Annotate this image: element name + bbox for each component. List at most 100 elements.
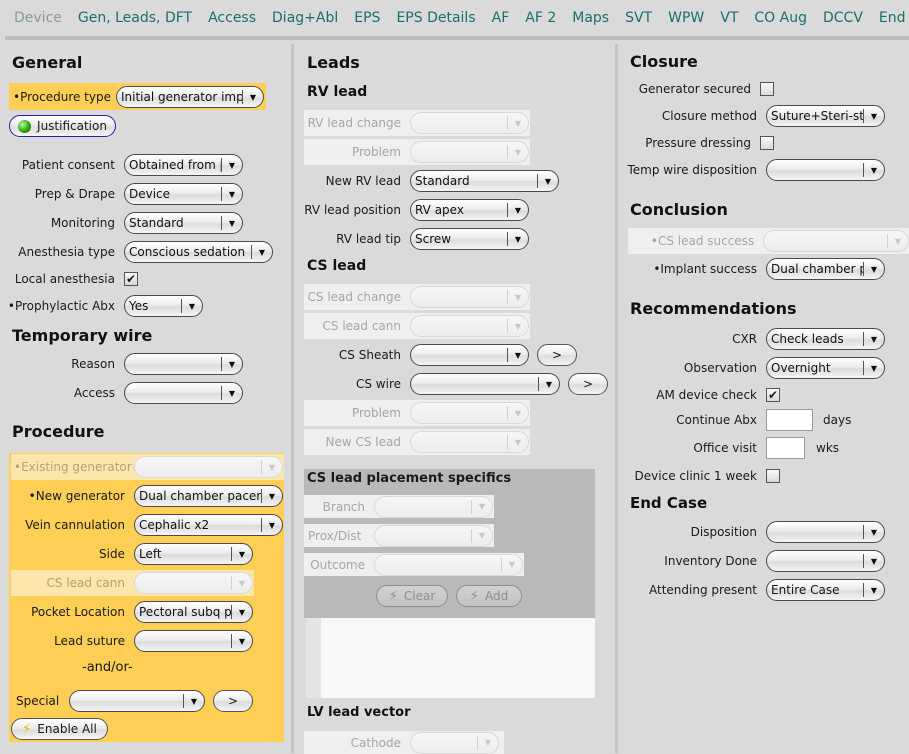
add-button[interactable]: ⚡ Add — [456, 585, 522, 607]
tab-af-2[interactable]: AF 2 — [517, 10, 564, 26]
lightning-icon: ⚡ — [469, 588, 479, 604]
enable-all-button[interactable]: ⚡ Enable All — [11, 718, 108, 740]
cs-problem-select[interactable]: ▼ — [410, 402, 529, 424]
special-row: Special ▼ > — [16, 688, 253, 714]
cs-placement-specifics-heading: CS lead placement specifics — [307, 471, 512, 486]
disposition-row: Disposition ▼ — [620, 519, 885, 545]
tab-end[interactable]: End — [871, 10, 909, 26]
generator-secured-checkbox[interactable] — [760, 82, 774, 96]
rv-lead-position-select[interactable]: RV apex ▼ — [410, 199, 529, 221]
temp-wire-access-select[interactable]: ▼ — [124, 382, 243, 404]
lightning-icon: ⚡ — [388, 588, 398, 604]
observation-select[interactable]: Overnight ▼ — [766, 357, 885, 379]
special-go-button[interactable]: > — [213, 690, 253, 712]
new-cs-lead-select[interactable]: ▼ — [410, 431, 529, 453]
disposition-select[interactable]: ▼ — [766, 521, 885, 543]
rv-problem-select[interactable]: ▼ — [410, 141, 529, 163]
vein-cannulation-select[interactable]: Cephalic x2 ▼ — [134, 514, 283, 536]
chevron-down-icon: ▼ — [514, 147, 522, 157]
tab-eps-details[interactable]: EPS Details — [388, 10, 483, 26]
pocket-location-label: Pocket Location — [31, 605, 125, 619]
chevron-down-icon: ▼ — [238, 578, 246, 588]
new-rv-lead-select[interactable]: Standard ▼ — [410, 170, 559, 192]
generator-secured-label: Generator secured — [638, 82, 751, 96]
anesthesia-type-select[interactable]: Conscious sedation ▼ — [124, 241, 273, 263]
procedure-type-label: •Procedure type — [13, 90, 111, 104]
tab-af[interactable]: AF — [484, 10, 518, 26]
outcome-select[interactable]: ▼ — [374, 553, 523, 576]
monitoring-label: Monitoring — [50, 216, 115, 230]
cs-lead-success-row: •CS lead success ▼ — [628, 228, 909, 254]
implant-success-label: •Implant success — [653, 262, 757, 276]
rv-lead-change-select[interactable]: ▼ — [410, 112, 529, 134]
tab-device[interactable]: Device — [6, 10, 70, 26]
procedure-type-select[interactable]: Initial generator impla ▼ — [116, 86, 264, 108]
am-device-check-checkbox[interactable]: ✔ — [766, 388, 780, 402]
inventory-done-select[interactable]: ▼ — [766, 550, 885, 572]
cs-sheath-select[interactable]: ▼ — [410, 344, 529, 366]
new-generator-select[interactable]: Dual chamber pacer ▼ — [134, 485, 283, 507]
lead-suture-select[interactable]: ▼ — [134, 630, 253, 652]
cs-problem-row: Problem ▼ — [304, 400, 530, 426]
tab-co-aug[interactable]: CO Aug — [746, 10, 815, 26]
pocket-location-row: Pocket Location Pectoral subq p/ ▼ — [0, 599, 253, 625]
temp-wire-reason-select[interactable]: ▼ — [124, 353, 243, 375]
proc-cs-lead-cann-select[interactable]: ▼ — [134, 572, 253, 594]
local-anesthesia-checkbox[interactable]: ✔ — [124, 272, 138, 286]
new-generator-row: •New generator Dual chamber pacer ▼ — [0, 483, 283, 509]
tab-wpw[interactable]: WPW — [660, 10, 712, 26]
existing-generator-select[interactable]: ▼ — [134, 456, 283, 478]
cs-lead-change-row: CS lead change ▼ — [304, 284, 530, 310]
cs-lead-cann-select[interactable]: ▼ — [410, 315, 529, 337]
tab-svt[interactable]: SVT — [617, 10, 660, 26]
cs-wire-go-button[interactable]: > — [568, 373, 608, 395]
new-rv-lead-value: Standard — [415, 174, 470, 188]
cs-lead-success-select[interactable]: ▼ — [763, 230, 909, 252]
temporary-wire-heading: Temporary wire — [12, 326, 153, 345]
tab-eps[interactable]: EPS — [346, 10, 388, 26]
tab-maps[interactable]: Maps — [564, 10, 617, 26]
branch-select[interactable]: ▼ — [374, 495, 493, 518]
cathode-label: Cathode — [350, 735, 401, 750]
prep-drape-select[interactable]: Device ▼ — [124, 183, 243, 205]
justification-button[interactable]: Justification — [9, 115, 116, 137]
cxr-select[interactable]: Check leads ▼ — [766, 328, 885, 350]
continue-abx-input[interactable] — [766, 409, 813, 431]
tab-access[interactable]: Access — [200, 10, 264, 26]
attending-present-select[interactable]: Entire Case ▼ — [766, 579, 885, 601]
temp-wire-disposition-select[interactable]: ▼ — [766, 159, 885, 181]
temp-wire-access-label: Access — [73, 386, 115, 400]
cs-lead-change-select[interactable]: ▼ — [410, 286, 529, 308]
prophylactic-abx-select[interactable]: Yes ▼ — [124, 295, 203, 317]
cs-sheath-go-button[interactable]: > — [537, 344, 577, 366]
pressure-dressing-checkbox[interactable] — [760, 136, 774, 150]
cs-placement-list[interactable] — [306, 618, 595, 698]
side-select[interactable]: Left ▼ — [134, 543, 253, 565]
tab-vt[interactable]: VT — [712, 10, 746, 26]
pocket-location-select[interactable]: Pectoral subq p/ ▼ — [134, 601, 253, 623]
anesthesia-type-row: Anesthesia type Conscious sedation ▼ — [0, 239, 273, 265]
office-visit-input[interactable] — [766, 437, 805, 459]
tab-gen-leads-dft[interactable]: Gen, Leads, DFT — [70, 10, 200, 26]
clear-button[interactable]: ⚡ Clear — [376, 585, 448, 607]
prox-dist-select[interactable]: ▼ — [374, 524, 493, 547]
vein-cannulation-value: Cephalic x2 — [139, 518, 210, 532]
device-clinic-checkbox[interactable] — [766, 469, 780, 483]
patient-consent-row: Patient consent Obtained from p ▼ — [0, 152, 243, 178]
rv-lead-tip-select[interactable]: Screw ▼ — [410, 228, 529, 250]
tab-dccv[interactable]: DCCV — [815, 10, 871, 26]
patient-consent-select[interactable]: Obtained from p ▼ — [124, 154, 243, 176]
cs-wire-select[interactable]: ▼ — [410, 373, 560, 395]
implant-success-select[interactable]: Dual chamber pa ▼ — [766, 258, 885, 280]
special-select[interactable]: ▼ — [69, 690, 205, 712]
cathode-select[interactable]: ▼ — [410, 731, 499, 754]
chevron-down-icon: ▼ — [478, 502, 486, 511]
chevron-down-icon: ▼ — [870, 334, 878, 344]
monitoring-select[interactable]: Standard ▼ — [124, 212, 243, 234]
observation-value: Overnight — [771, 361, 831, 375]
enable-all-label: Enable All — [37, 722, 97, 736]
lead-suture-label: Lead suture — [54, 634, 125, 648]
closure-method-select[interactable]: Suture+Steri-str ▼ — [766, 105, 885, 127]
office-visit-label: Office visit — [693, 441, 757, 455]
tab-diag-abl[interactable]: Diag+Abl — [264, 10, 346, 26]
